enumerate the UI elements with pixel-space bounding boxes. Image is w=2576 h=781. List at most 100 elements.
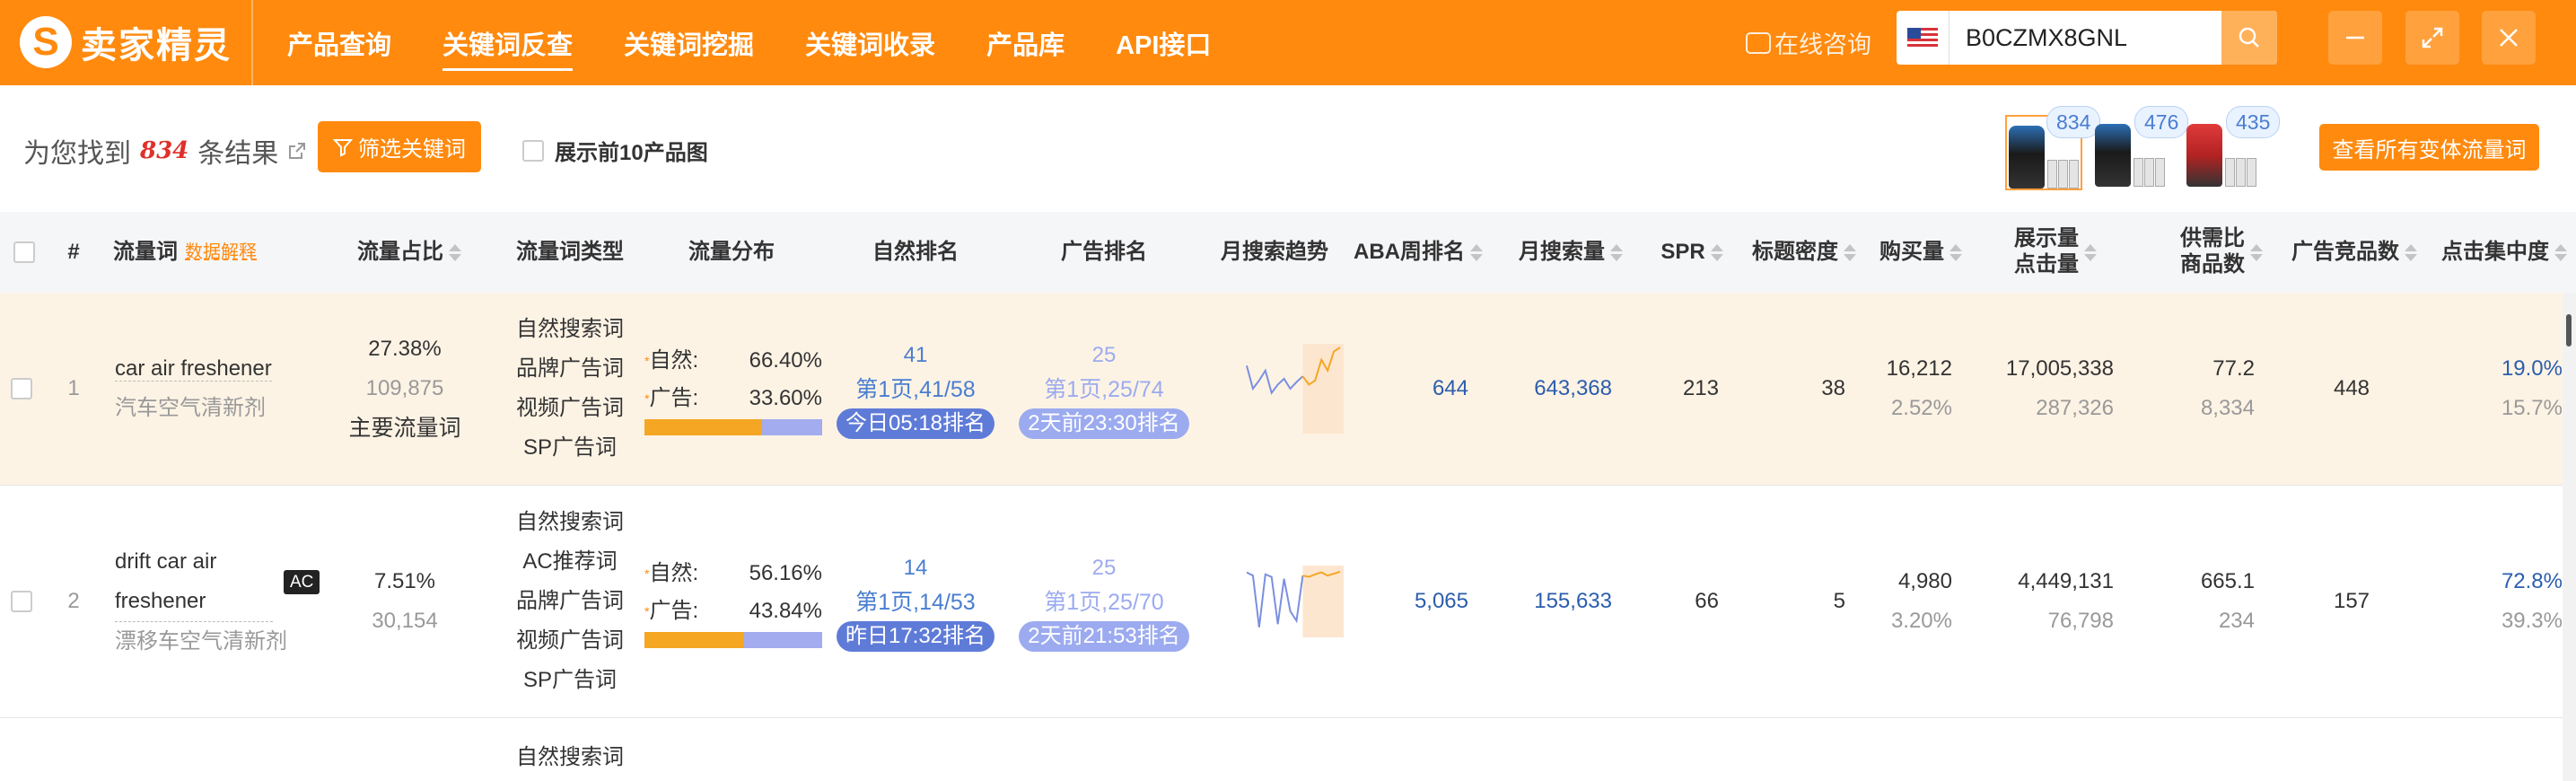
nav-product-query[interactable]: 产品查询 (287, 24, 391, 62)
filter-keywords-label: 筛选关键词 (358, 137, 466, 162)
share-pct: 27.38% (368, 337, 442, 361)
trend-sparkline[interactable] (1243, 344, 1344, 434)
col-monthly[interactable]: 月搜索量 (1508, 212, 1634, 293)
sort-icon[interactable] (449, 243, 461, 261)
sort-icon[interactable] (1950, 243, 1962, 261)
col-spr[interactable]: SPR (1652, 212, 1732, 293)
organic-page: 第1页,14/53 (855, 590, 976, 615)
col-aba[interactable]: ABA周排名 (1346, 212, 1490, 293)
row-checkbox[interactable] (11, 378, 32, 399)
share-cell: 7.51% 30,154 (346, 486, 463, 717)
nav-product-library[interactable]: 产品库 (986, 24, 1065, 62)
supply-cell: 77.2 8,334 (2154, 293, 2255, 485)
online-consult-link[interactable]: 在线咨询 (1746, 25, 1871, 60)
dist-ad-label: 广告: (649, 386, 699, 410)
organic-rank-cell[interactable]: 14 第1页,14/53 昨日17:32排名 (826, 486, 1005, 717)
scrollbar-thumb[interactable] (2566, 314, 2572, 347)
monthly-search[interactable]: 643,368 (1508, 293, 1612, 485)
purchase-cell: 16,212 2.52% (1858, 293, 1952, 485)
dist-bar-natural (644, 419, 763, 435)
logo-text: 卖家精灵 (81, 26, 232, 66)
sort-icon[interactable] (2554, 243, 2567, 261)
sort-icon[interactable] (1610, 243, 1623, 261)
keyword-text[interactable]: drift car air freshener (115, 542, 273, 622)
impressions-cell: 17,005,338 287,326 (1975, 293, 2114, 485)
show-top10-toggle[interactable]: 展示前10产品图 (522, 135, 708, 166)
product-count-label: 商品数 (2180, 252, 2245, 276)
data-explain-link[interactable]: 数据解释 (185, 241, 257, 263)
col-aba-label: ABA周排名 (1354, 239, 1465, 264)
sort-icon[interactable] (1470, 243, 1483, 261)
aba-rank[interactable]: 644 (1364, 293, 1468, 485)
col-supply[interactable]: 供需比 商品数 (2168, 212, 2275, 293)
sort-icon[interactable] (2084, 243, 2097, 261)
col-title-density-label: 标题密度 (1752, 239, 1838, 264)
dist-natural-pct: 66.40% (749, 348, 822, 373)
dist-natural-label: 自然: (649, 561, 699, 585)
top10-label: 展示前10产品图 (555, 141, 708, 165)
top10-checkbox[interactable] (522, 139, 544, 162)
trend-highlight (1302, 344, 1344, 434)
keyword-type: 自然搜索词 (516, 317, 624, 341)
view-all-variants-button[interactable]: 查看所有变体流量词 (2319, 124, 2539, 171)
filter-keywords-button[interactable]: 筛选关键词 (318, 121, 481, 172)
trend-sparkline[interactable] (1243, 566, 1344, 637)
top-navbar: S 卖家精灵 产品查询 关键词反查 关键词挖掘 关键词收录 产品库 API接口 … (0, 0, 2576, 85)
result-suffix: 条结果 (197, 139, 279, 169)
trend-cell[interactable] (1243, 293, 1344, 485)
ad-rank-cell[interactable]: 25 第1页,25/70 2天前21:53排名 (1014, 486, 1194, 717)
search-input[interactable] (1964, 22, 2183, 53)
scrollbar-track[interactable] (2563, 293, 2576, 781)
monthly-search[interactable]: 155,633 (1508, 486, 1612, 717)
dist-ad-pct: 33.60% (749, 386, 822, 410)
title-density-value: 38 (1821, 376, 1845, 400)
maximize-button[interactable] (2405, 11, 2459, 65)
search-button[interactable] (2221, 11, 2277, 65)
minimize-button[interactable] (2328, 11, 2382, 65)
close-icon (2500, 29, 2518, 47)
organic-rank-cell[interactable]: 41 第1页,41/58 今日05:18排名 (826, 293, 1005, 485)
col-title-density[interactable]: 标题密度 (1746, 212, 1862, 293)
asin-search (1897, 11, 2277, 65)
ad-page: 第1页,25/70 (1044, 590, 1164, 615)
sort-icon[interactable] (2250, 243, 2263, 261)
click-conc-cell: 19.0% 15.7% (2450, 293, 2563, 485)
sort-icon[interactable] (2405, 243, 2417, 261)
trend-cell[interactable] (1243, 486, 1344, 717)
product-count-value: 8,334 (2200, 396, 2255, 420)
select-all-checkbox[interactable] (13, 241, 35, 263)
table-row[interactable]: 自然搜索词 (0, 718, 2576, 781)
col-impressions[interactable]: 展示量 点击量 (1975, 212, 2136, 293)
sort-icon[interactable] (1844, 243, 1856, 261)
nav-keyword-mining[interactable]: 关键词挖掘 (624, 24, 754, 62)
trend-line-history (1246, 571, 1304, 627)
product-image (2186, 124, 2222, 187)
row-checkbox[interactable] (11, 591, 32, 612)
supply-ratio-value: 665.1 (2200, 569, 2255, 593)
col-click-conc[interactable]: 点击集中度 (2441, 212, 2567, 293)
ad-rank-cell[interactable]: 25 第1页,25/74 2天前23:30排名 (1014, 293, 1194, 485)
col-impressions-labels: 展示量 点击量 (2014, 226, 2079, 278)
col-supply-labels: 供需比 商品数 (2180, 226, 2245, 278)
table-row[interactable]: 1 car air freshener 汽车空气清新剂 27.38% 109,8… (0, 293, 2576, 486)
col-ad-competitors[interactable]: 广告竞品数 (2287, 212, 2422, 293)
col-purchase[interactable]: 购买量 (1871, 212, 1970, 293)
close-button[interactable] (2482, 11, 2536, 65)
click-conc-sub: 15.7% (2501, 396, 2563, 420)
keyword-text[interactable]: car air freshener (115, 356, 272, 382)
nav-api[interactable]: API接口 (1116, 24, 1211, 62)
col-share[interactable]: 流量占比 (346, 212, 472, 293)
table-row[interactable]: 2 drift car air freshener AC 漂移车空气清新剂 7.… (0, 486, 2576, 718)
click-conc-value: 72.8% (2501, 569, 2563, 593)
nav-keyword-indexing[interactable]: 关键词收录 (805, 24, 935, 62)
keyword-type: 自然搜索词 (516, 510, 624, 534)
nav-keyword-reverse[interactable]: 关键词反查 (442, 24, 574, 71)
col-purchase-label: 购买量 (1879, 239, 1944, 264)
logo[interactable]: S 卖家精灵 (20, 13, 232, 72)
export-icon[interactable] (287, 141, 307, 161)
sort-icon[interactable] (1710, 243, 1723, 261)
trend-line-history (1246, 364, 1304, 395)
purchase-rate: 2.52% (1890, 396, 1952, 420)
us-flag-icon[interactable] (1907, 28, 1938, 48)
aba-rank[interactable]: 5,065 (1364, 486, 1468, 717)
